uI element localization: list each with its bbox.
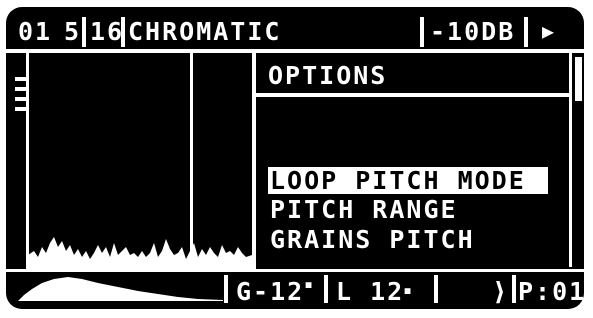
loop-marker-icon: ▪	[403, 281, 415, 299]
header-divider	[524, 17, 528, 47]
header-divider	[121, 17, 125, 47]
footer-divider	[224, 275, 228, 303]
scale-name[interactable]: CHROMATIC	[128, 19, 281, 44]
footer-divider	[434, 275, 438, 303]
footer-divider	[324, 275, 328, 303]
menu-item-grains-pitch[interactable]: GRAINS PITCH	[270, 227, 475, 252]
header-underline	[6, 49, 584, 53]
envelope-graphic[interactable]	[18, 273, 223, 301]
loop-value[interactable]: L 12	[336, 279, 404, 304]
options-right-border	[569, 53, 572, 267]
preset-number[interactable]: P:01	[518, 279, 584, 304]
menu-item-loop-pitch-mode[interactable]: LOOP PITCH MODE	[268, 167, 548, 194]
play-icon[interactable]: ▶	[542, 21, 556, 41]
scrollbar-thumb[interactable]	[575, 57, 582, 101]
waveform-graphic	[28, 237, 252, 267]
header-divider	[82, 17, 86, 47]
arrow-icon[interactable]: ⟩	[492, 279, 509, 304]
step-count[interactable]: 16	[90, 19, 124, 44]
options-title: OPTIONS	[268, 61, 388, 90]
output-level[interactable]: -10DB	[430, 19, 515, 44]
device-screen: 01 5 16 CHROMATIC -10DB ▶ OPTIONS LOOP P…	[6, 7, 584, 309]
gain-value[interactable]: G-12	[236, 279, 304, 304]
gain-marker-icon: ▪	[304, 275, 316, 293]
menu-item-pitch-range[interactable]: PITCH RANGE	[270, 197, 458, 222]
waveform-right-border	[252, 53, 256, 267]
options-title-underline	[256, 93, 572, 97]
header-divider	[420, 17, 424, 47]
footer-divider	[512, 275, 516, 303]
footer-topline	[6, 269, 584, 272]
bank-number[interactable]: 01	[18, 19, 52, 44]
slot-number[interactable]: 5	[64, 19, 81, 44]
